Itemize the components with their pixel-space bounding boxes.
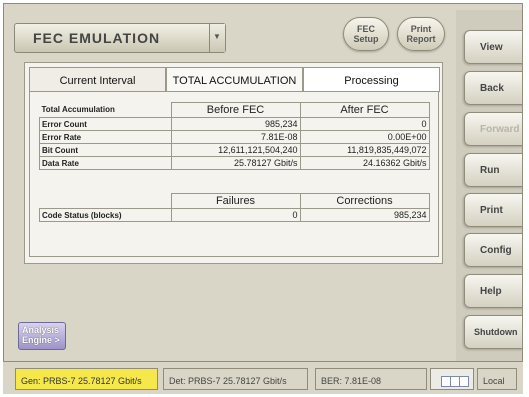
before-fec-header: Before FEC [170,102,301,118]
help-button[interactable]: Help [464,274,522,308]
table-row: Error Count 985,234 0 [39,117,430,131]
table-row: Code Status (blocks) 0 985,234 [39,208,430,222]
print-report-button[interactable]: Print Report [397,17,445,51]
cell-value: 7.81E-08 [170,130,301,144]
table-row: Bit Count 12,611,121,504,240 11,819,835,… [39,143,430,157]
side-button-panel: View Back Forward Run Print Config Help … [456,10,522,365]
detector-status: Det: PRBS-7 25.78127 Gbit/s [163,368,308,390]
cell-value: 0 [299,117,430,131]
tab-processing[interactable]: Processing [303,67,440,92]
tab-bar: Current Interval TOTAL ACCUMULATION Proc… [29,67,440,92]
shutdown-button[interactable]: Shutdown [464,315,522,349]
table-row: Data Rate 25.78127 Gbit/s 24.16362 Gbit/… [39,156,430,170]
failures-header: Failures [170,193,301,209]
generator-status: Gen: PRBS-7 25.78127 Gbit/s [15,368,158,390]
cell-value: 24.16362 Gbit/s [299,156,430,170]
tab-total-accumulation[interactable]: TOTAL ACCUMULATION [166,67,303,92]
after-fec-header: After FEC [299,102,430,118]
cell-value: 0.00E+00 [299,130,430,144]
fec-setup-button[interactable]: FEC Setup [343,17,389,51]
app-window: FEC EMULATION ▼ FEC Setup Print Report V… [3,3,523,393]
forward-button[interactable]: Forward [464,112,522,146]
cell-value: 25.78127 Gbit/s [170,156,301,170]
code-status-table: Failures Corrections Code Status (blocks… [39,193,430,222]
view-button[interactable]: View [464,30,522,64]
accumulation-table: Total Accumulation Before FEC After FEC … [39,102,430,170]
cell-value: 12,611,121,504,240 [170,143,301,157]
grid-view-icon[interactable] [430,368,474,390]
row-label: Error Count [39,117,172,131]
cell-value: 0 [170,208,301,222]
ber-status: BER: 7.81E-08 [315,368,427,390]
back-button[interactable]: Back [464,71,522,105]
results-panel: Current Interval TOTAL ACCUMULATION Proc… [24,62,443,264]
row-label: Error Rate [39,130,172,144]
config-button[interactable]: Config [464,233,522,267]
table-row: Error Rate 7.81E-08 0.00E+00 [39,130,430,144]
mode-selector[interactable]: FEC EMULATION ▼ [14,23,226,53]
row-label: Code Status (blocks) [39,208,172,222]
row-label: Data Rate [39,156,172,170]
analysis-engine-button[interactable]: Analysis Engine > [18,322,66,350]
run-button[interactable]: Run [464,153,522,187]
mode-title: FEC EMULATION [33,30,161,46]
cell-value: 985,234 [299,208,430,222]
print-button[interactable]: Print [464,193,522,227]
cell-value: 11,819,835,449,072 [299,143,430,157]
local-status: Local [477,368,517,390]
chevron-down-icon[interactable]: ▼ [209,24,225,52]
cell-value: 985,234 [170,117,301,131]
corrections-header: Corrections [299,193,430,209]
row-label: Bit Count [39,143,172,157]
status-bar: Gen: PRBS-7 25.78127 Gbit/s Det: PRBS-7 … [3,361,523,394]
table-title: Total Accumulation [41,105,115,115]
tab-content: Total Accumulation Before FEC After FEC … [29,91,439,257]
tab-current-interval[interactable]: Current Interval [29,67,166,92]
